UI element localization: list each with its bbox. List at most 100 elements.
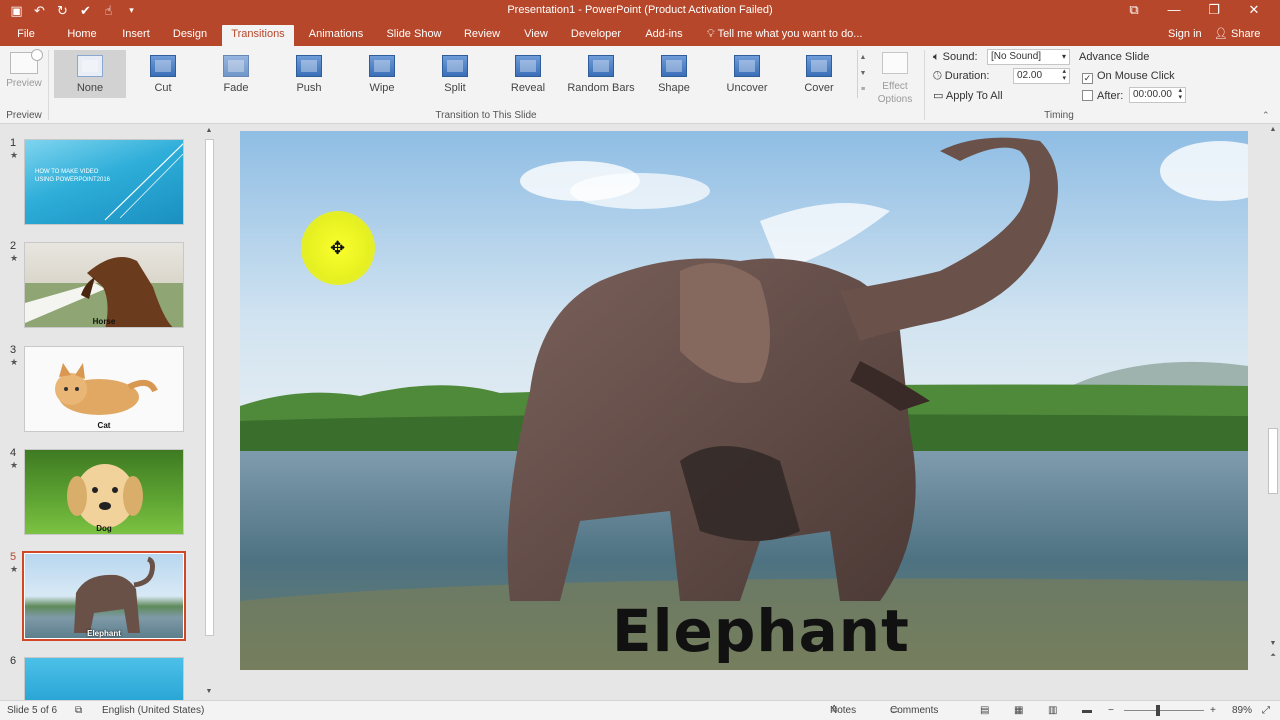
scroll-up-icon[interactable]: ▲ [1268,126,1278,133]
after-checkbox[interactable]: After: [1082,88,1123,104]
gallery-scroll[interactable]: ▲ ▼ ≡ [857,50,868,98]
checkbox-checked-icon[interactable]: ✓ [1082,73,1093,84]
spinner-icon[interactable]: ▴ ▾ [1062,68,1066,82]
split-transition-icon [442,55,468,77]
slide-thumbnail-6[interactable] [24,657,184,700]
fit-slide-icon[interactable]: ⤢ [1262,701,1270,720]
slide-thumbnail-1[interactable]: HOW TO MAKE VIDEO USING POWERPOINT2016 [24,139,184,225]
slide-thumbnail-4[interactable]: Dog [24,449,184,535]
scroll-thumb[interactable] [205,139,214,636]
transition-shape[interactable]: Shape [638,50,710,98]
tell-me-search[interactable]: 💡︎ Tell me what you want to do... [707,25,862,44]
transition-push[interactable]: Push [273,50,345,98]
preview-group-label: Preview [6,110,42,121]
dropdown-arrow-icon: ▾ [1061,52,1066,61]
slide-thumbnail-3[interactable]: Cat [24,346,184,432]
transition-uncover[interactable]: Uncover [711,50,783,98]
group-divider [48,50,49,120]
thumbnail-label: Dog [96,524,112,533]
transition-reveal[interactable]: Reveal [492,50,564,98]
slide-title[interactable]: Elephant [612,597,910,665]
reading-view-icon[interactable]: ▥ [1048,701,1057,720]
duration-input[interactable]: 02.00 ▴ ▾ [1013,68,1070,84]
tab-design[interactable]: Design [167,25,213,46]
elephant-thumbnail-image [74,556,155,633]
tab-animations[interactable]: Animations [300,25,372,46]
scroll-down-icon[interactable]: ▼ [204,688,214,695]
horse-image [25,257,183,327]
move-cursor-icon: ✥ [330,238,346,258]
minimize-icon[interactable]: — [1154,1,1194,19]
sign-in-link[interactable]: Sign in [1168,25,1202,44]
tab-slide-show[interactable]: Slide Show [380,25,448,46]
window-title: Presentation1 - PowerPoint (Product Acti… [507,4,773,16]
main-vertical-scrollbar[interactable]: ▲ ▼ ⏶ [1266,124,1280,664]
language-indicator[interactable]: English (United States) [102,701,204,720]
spelling-status-icon[interactable]: ⧉ [75,701,82,720]
zoom-slider[interactable] [1124,710,1204,711]
gallery-down-icon[interactable]: ▼ [858,66,868,82]
tab-view[interactable]: View [516,25,556,46]
close-icon[interactable]: ✕ [1234,1,1274,19]
sound-row: 🔈︎ Sound: [933,51,978,63]
elephant-photo [240,131,1248,670]
zoom-level[interactable]: 89% [1232,701,1252,720]
none-transition-icon [77,55,103,77]
previous-slide-icon[interactable]: ⏶ [1268,652,1278,660]
tab-developer[interactable]: Developer [565,25,627,46]
restore-icon[interactable]: ❐ [1194,1,1234,19]
sound-icon: 🔈︎ [933,51,940,63]
transition-cover[interactable]: Cover [783,50,855,98]
transition-fade[interactable]: Fade [200,50,272,98]
scroll-thumb[interactable] [1268,428,1278,494]
slide-number: 5 [10,551,17,563]
ribbon-display-icon[interactable]: ⧉ [1114,1,1154,19]
gallery-up-icon[interactable]: ▲ [858,50,868,66]
slide-thumbnail-5[interactable]: Elephant [22,551,186,641]
scroll-down-icon[interactable]: ▼ [1268,640,1278,647]
thumbnail-label: Cat [97,421,111,430]
ribbon-tabs: File Home Insert Design Transitions Anim… [0,22,1280,46]
effect-options-button[interactable]: Effect Options [872,50,918,106]
zoom-out-icon[interactable]: − [1108,701,1114,720]
tab-insert[interactable]: Insert [115,25,157,46]
tab-transitions[interactable]: Transitions [222,25,294,46]
preview-icon [10,49,43,74]
tab-home[interactable]: Home [60,25,104,46]
spinner-icon[interactable]: ▴ ▾ [1178,87,1182,101]
slide-thumbnail-2[interactable]: Horse [24,242,184,328]
sound-select[interactable]: [No Sound] ▾ [987,49,1070,65]
slide-sorter-icon[interactable]: ▦ [1014,701,1023,720]
tab-file[interactable]: File [10,25,42,46]
scroll-up-icon[interactable]: ▲ [204,127,214,134]
duration-row: 🕓︎ Duration: [933,70,990,82]
wipe-transition-icon [369,55,395,77]
transition-none[interactable]: None [54,50,126,98]
tab-add-ins[interactable]: Add-ins [637,25,691,46]
on-mouse-click-checkbox[interactable]: ✓ On Mouse Click [1082,68,1175,84]
checkbox-icon[interactable] [1082,90,1093,101]
collapse-ribbon-icon[interactable]: ⌃ [1262,110,1270,121]
normal-view-icon[interactable]: ▤ [980,701,989,720]
slide-show-icon[interactable]: ▬ [1082,701,1092,720]
main-slide-canvas[interactable]: Elephant [240,131,1248,670]
gallery-more-icon[interactable]: ≡ [858,82,868,98]
slide-number: 3 [10,344,17,356]
transition-random-bars[interactable]: Random Bars [565,50,637,98]
apply-all-icon: ▭ [933,90,944,102]
transition-wipe[interactable]: Wipe [346,50,418,98]
preview-button[interactable]: Preview [4,49,44,100]
after-input[interactable]: 00:00.00 ▴ ▾ [1129,87,1186,103]
share-button[interactable]: 👤︎ Share [1214,25,1260,44]
transition-split[interactable]: Split [419,50,491,98]
clock-icon: 🕓︎ [933,70,942,82]
slide-pane-scrollbar[interactable]: ▲ ▼ [203,127,215,700]
zoom-in-icon[interactable]: + [1210,701,1216,720]
thumbnail-label: Horse [92,317,116,326]
transition-cut[interactable]: Cut [127,50,199,98]
apply-to-all-button[interactable]: ▭ Apply To All [933,88,1003,104]
zoom-slider-knob[interactable] [1156,705,1160,716]
title-bar: ▣ ↶ ↻ ✔ ☝ ▾ Presentation1 - PowerPoint (… [0,0,1280,22]
timing-group-label: Timing [1044,110,1074,121]
tab-review[interactable]: Review [457,25,507,46]
